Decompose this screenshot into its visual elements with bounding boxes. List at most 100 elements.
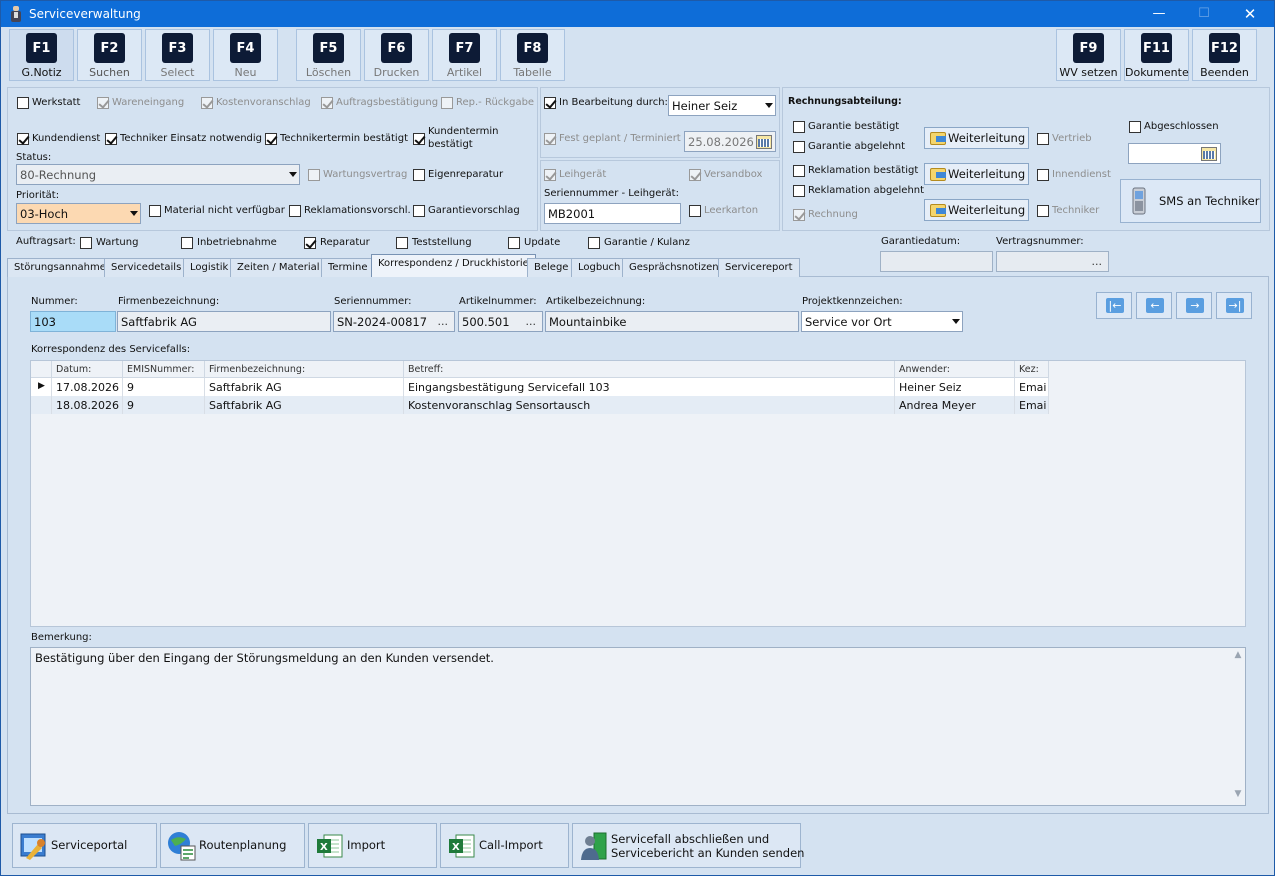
termin-date-field[interactable]: 25.08.2026 (684, 131, 776, 152)
grid-header-anwender[interactable]: Anwender: (895, 361, 1015, 378)
f3-select-button[interactable]: F3 Select (145, 29, 210, 81)
abgeschlossen-date-field[interactable] (1128, 143, 1221, 164)
artnr-ellipsis-button[interactable]: ... (526, 315, 537, 328)
status-select[interactable]: 80-Rechnung (16, 164, 300, 185)
reklamation-best-checkbox[interactable] (793, 165, 805, 177)
versandbox-checkbox[interactable] (689, 169, 701, 181)
weiterleitung-innendienst-button[interactable]: Weiterleitung (924, 163, 1029, 185)
f8-tabelle-button[interactable]: F8 Tabelle (500, 29, 565, 81)
auftragsbestaetigung-checkbox[interactable] (321, 97, 333, 109)
tab-stoerungsannahme[interactable]: Störungsannahme (7, 258, 113, 277)
reparatur-checkbox[interactable] (304, 237, 316, 249)
garantie-best-checkbox[interactable] (793, 121, 805, 133)
routenplanung-button[interactable]: Routenplanung (160, 823, 305, 868)
f12-beenden-button[interactable]: F12 Beenden (1192, 29, 1257, 81)
f6-drucken-button[interactable]: F6 Drucken (364, 29, 429, 81)
garantiedatum-field[interactable] (880, 251, 993, 272)
techniker-einsatz-checkbox[interactable] (105, 133, 117, 145)
wartung-checkbox[interactable] (80, 237, 92, 249)
rep-rueckgabe-label: Rep.- Rückgabe (456, 97, 535, 108)
projekt-select[interactable]: Service vor Ort (801, 311, 963, 332)
werkstatt-checkbox[interactable] (17, 97, 29, 109)
last-record-button[interactable]: →| (1216, 292, 1252, 319)
call-import-button[interactable]: X Call-Import (440, 823, 569, 868)
first-record-button[interactable]: |← (1096, 292, 1132, 319)
innendienst-checkbox[interactable] (1037, 169, 1049, 181)
in-bearbeitung-checkbox[interactable] (544, 97, 556, 109)
sms-techniker-button[interactable]: SMS an Techniker (1120, 179, 1261, 223)
tab-logistik[interactable]: Logistik (183, 258, 236, 277)
weiterleitung-techniker-button[interactable]: Weiterleitung (924, 199, 1029, 221)
tab-zeiten-material[interactable]: Zeiten / Material (230, 258, 327, 277)
tab-korrespondenz[interactable]: Korrespondenz / Druckhistorie (371, 254, 536, 277)
reklamation-abg-checkbox[interactable] (793, 185, 805, 197)
artnr-field[interactable]: 500.501... (458, 311, 543, 332)
prioritaet-select[interactable]: 03-Hoch (16, 203, 141, 224)
f7-artikel-button[interactable]: F7 Artikel (432, 29, 497, 81)
artbez-field[interactable]: Mountainbike (545, 311, 799, 332)
vertrieb-checkbox[interactable] (1037, 133, 1049, 145)
grid-header-emisnummer[interactable]: EMISNummer: (123, 361, 205, 378)
maximize-icon[interactable]: ☐ (1189, 5, 1219, 23)
grid-header-datum[interactable]: Datum: (52, 361, 123, 378)
garantie-kulanz-checkbox[interactable] (588, 237, 600, 249)
weiterleitung-vertrieb-button[interactable]: Weiterleitung (924, 127, 1029, 149)
tab-termine[interactable]: Termine (321, 258, 375, 277)
f9-wv-setzen-button[interactable]: F9 WV setzen (1056, 29, 1121, 81)
f5-loeschen-button[interactable]: F5 Löschen (296, 29, 361, 81)
serien-ellipsis-button[interactable]: ... (438, 315, 449, 328)
grid-header-kez[interactable]: Kez: (1015, 361, 1049, 378)
techniker-checkbox[interactable] (1037, 205, 1049, 217)
import-button[interactable]: X Import (308, 823, 437, 868)
grid-header-firma[interactable]: Firmenbezeichnung: (205, 361, 404, 378)
calendar-icon[interactable] (756, 135, 772, 149)
tab-servicereport[interactable]: Servicereport (718, 258, 800, 277)
f4-neu-button[interactable]: F4 Neu (213, 29, 278, 81)
tab-logbuch[interactable]: Logbuch (571, 258, 628, 277)
technikertermin-checkbox[interactable] (265, 133, 277, 145)
wartungsvertrag-checkbox[interactable] (308, 169, 320, 181)
minimize-icon[interactable]: — (1144, 5, 1174, 23)
firma-field[interactable]: Saftfabrik AG (117, 311, 331, 332)
kundendienst-checkbox[interactable] (17, 133, 29, 145)
scroll-down-icon[interactable]: ▼ (1231, 789, 1245, 803)
f11-dokumente-button[interactable]: F11 Dokumente (1124, 29, 1189, 81)
material-nv-checkbox[interactable] (149, 205, 161, 217)
inbetriebnahme-checkbox[interactable] (181, 237, 193, 249)
leihgeraet-checkbox[interactable] (544, 169, 556, 181)
scroll-up-icon[interactable]: ▲ (1231, 650, 1245, 664)
f1-gnotiz-button[interactable]: F1 G.Notiz (9, 29, 74, 81)
prev-record-button[interactable]: ← (1136, 292, 1172, 319)
leihgeraet-serial-input[interactable]: MB2001 (544, 203, 681, 224)
tab-gespraechsnotizen[interactable]: Gesprächsnotizen (622, 258, 726, 277)
bemerkung-textarea[interactable]: Bestätigung über den Eingang der Störung… (30, 647, 1246, 806)
tab-belege[interactable]: Belege (527, 258, 576, 277)
leerkarton-checkbox[interactable] (689, 205, 701, 217)
bearbeiter-select[interactable]: Heiner Seiz (668, 95, 776, 116)
nummer-input[interactable]: 103 (30, 311, 116, 332)
update-checkbox[interactable] (508, 237, 520, 249)
garantie-abg-checkbox[interactable] (793, 141, 805, 153)
grid-header-betreff[interactable]: Betreff: (404, 361, 895, 378)
abgeschlossen-checkbox[interactable] (1129, 121, 1141, 133)
reklamationsvorschl-checkbox[interactable] (289, 205, 301, 217)
ellipsis-button[interactable]: ... (1092, 255, 1103, 268)
fest-geplant-checkbox[interactable] (544, 133, 556, 145)
vertragsnummer-field[interactable]: ... (996, 251, 1109, 272)
serien-field[interactable]: SN-2024-00817... (333, 311, 455, 332)
f2-suchen-button[interactable]: F2 Suchen (77, 29, 142, 81)
next-record-button[interactable]: → (1176, 292, 1212, 319)
kundentermin-checkbox[interactable] (413, 133, 425, 145)
calendar-icon[interactable] (1201, 147, 1217, 161)
tab-servicedetails[interactable]: Servicedetails (104, 258, 189, 277)
garantievorschlag-checkbox[interactable] (413, 205, 425, 217)
servicefall-abschliessen-button[interactable]: Servicefall abschließen und Serviceberic… (572, 823, 804, 868)
rechnung-checkbox[interactable] (793, 209, 805, 221)
eigenreparatur-checkbox[interactable] (413, 169, 425, 181)
rep-rueckgabe-checkbox[interactable] (441, 97, 453, 109)
kostenvoranschlag-checkbox[interactable] (201, 97, 213, 109)
close-icon[interactable]: ✕ (1235, 5, 1265, 23)
wareneingang-checkbox[interactable] (97, 97, 109, 109)
teststellung-checkbox[interactable] (396, 237, 408, 249)
serviceportal-button[interactable]: Serviceportal (12, 823, 157, 868)
